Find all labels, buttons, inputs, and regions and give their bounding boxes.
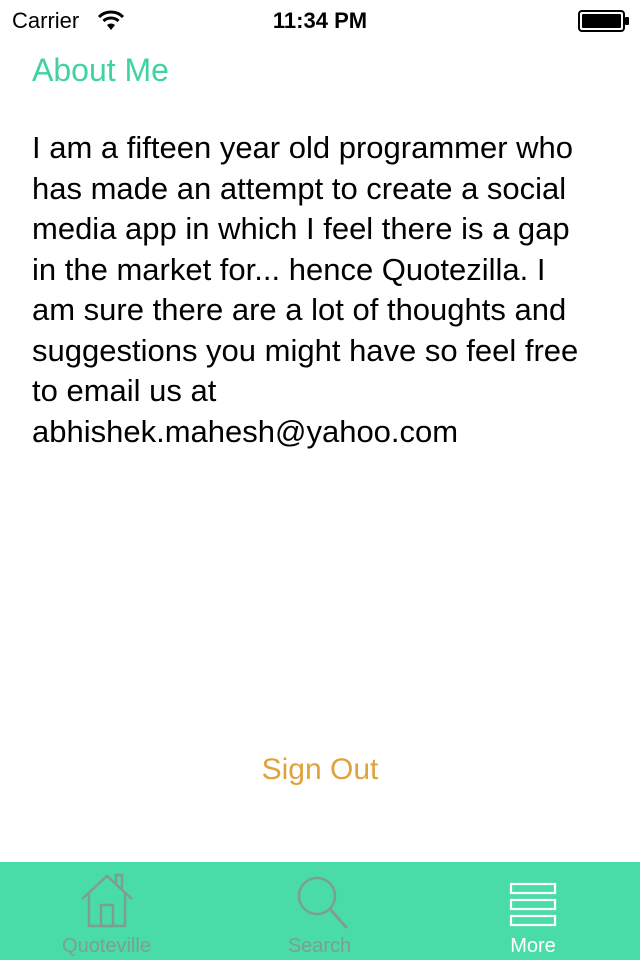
battery-icon <box>578 10 630 32</box>
about-me-title: About Me <box>32 52 169 88</box>
status-bar: Carrier 11:34 PM <box>0 0 640 40</box>
about-text-line: has made an attempt to create a social <box>32 170 567 206</box>
tab-label-more: More <box>510 935 556 957</box>
about-text-line: to email us at <box>32 373 217 408</box>
tab-more[interactable]: More <box>426 862 640 960</box>
about-text-line: am sure there are a lot of thoughts and <box>32 292 567 327</box>
tab-label-quoteville: Quoteville <box>62 935 151 957</box>
tab-search[interactable]: Search <box>213 862 426 960</box>
about-text-line: I am a fifteen year old programmer who <box>32 130 574 165</box>
sign-out-button[interactable]: Sign Out <box>0 750 640 790</box>
home-icon <box>79 872 135 935</box>
about-me-text: I am a fifteen year old programmer who h… <box>32 128 640 452</box>
tab-label-search: Search <box>287 935 352 957</box>
about-text-line: media app in which I feel there is a gap <box>32 211 570 246</box>
about-text-line: suggestions you might have so feel free <box>32 332 579 368</box>
tab-quoteville[interactable]: Quoteville <box>0 862 213 960</box>
search-icon <box>292 872 348 935</box>
status-time: 11:34 PM <box>272 8 368 33</box>
about-text-line: in the market for... hence Quotezilla. I <box>32 251 546 287</box>
more-lines-icon <box>508 872 558 935</box>
tab-bar: Quoteville Search More <box>0 862 640 960</box>
about-text-line-email: abhishek.mahesh@yahoo.com <box>32 413 459 449</box>
